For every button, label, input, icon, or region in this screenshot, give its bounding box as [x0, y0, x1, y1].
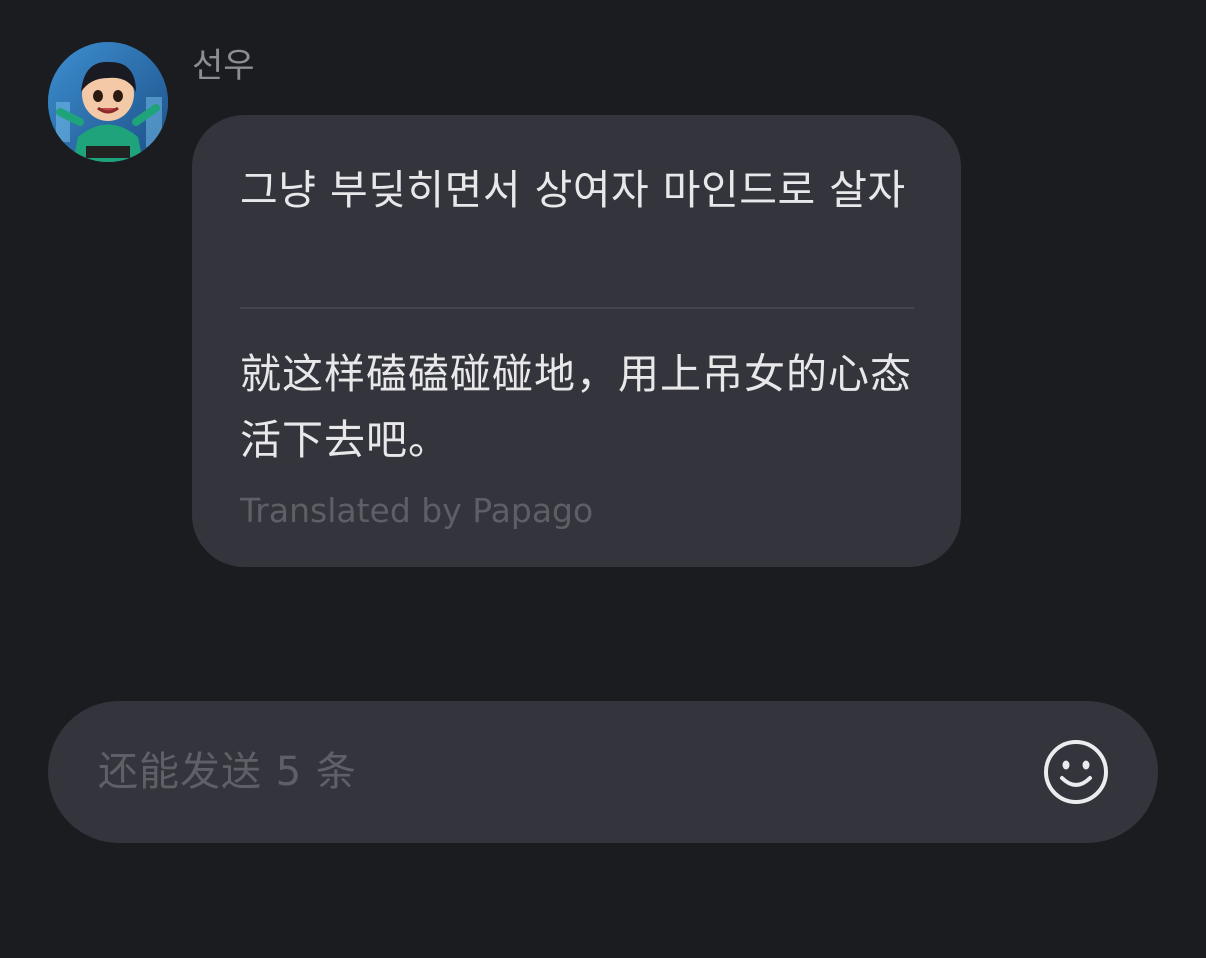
translation-credit: Translated by Papago: [240, 491, 594, 530]
message-input-placeholder[interactable]: 还能发送 5 条: [98, 701, 357, 843]
sender-name: 선우: [192, 46, 255, 86]
translation-divider: [240, 307, 914, 309]
translated-message-text: 就这样磕磕碰碰地，用上吊女的心态活下去吧。: [240, 350, 912, 464]
original-message-text: 그냥 부딪히면서 상여자 마인드로 살자: [240, 166, 906, 214]
sender-avatar[interactable]: [48, 42, 168, 162]
message-input-bar[interactable]: 还能发送 5 条: [48, 701, 1158, 843]
smiley-icon[interactable]: [1042, 738, 1110, 806]
message-bubble[interactable]: 그냥 부딪히면서 상여자 마인드로 살자 就这样磕磕碰碰地，用上吊女的心态活下去…: [192, 115, 961, 567]
